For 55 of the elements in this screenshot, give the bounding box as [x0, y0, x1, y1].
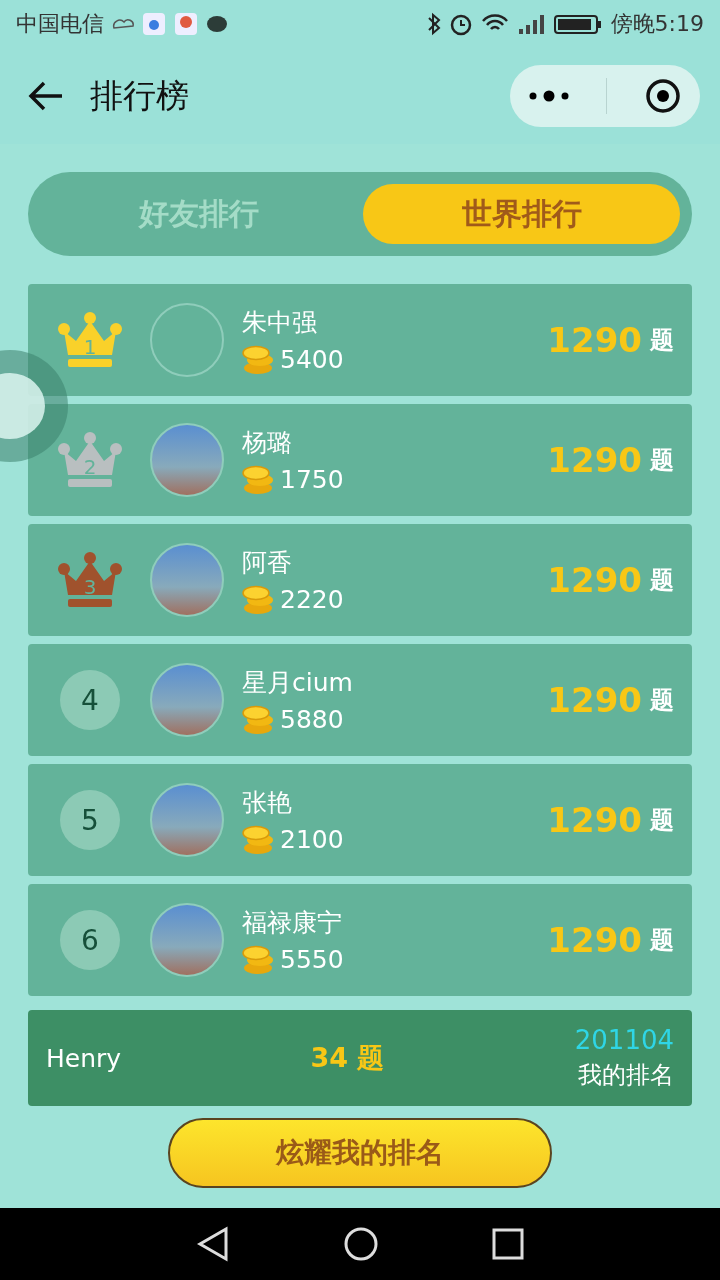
score-unit: 题 — [650, 925, 674, 956]
score-value: 1290 — [547, 920, 642, 960]
alarm-icon — [448, 12, 473, 36]
my-score: 34 题 — [310, 1041, 386, 1075]
user-name: 杨璐 — [242, 426, 293, 459]
rank-number: 2 — [82, 455, 98, 479]
bluetooth-icon — [426, 12, 441, 36]
rank-badge: 6 — [60, 910, 120, 970]
my-rank-label: 我的排名 — [578, 1060, 674, 1091]
rank-badge: 4 — [60, 670, 120, 730]
coins-icon — [242, 824, 274, 855]
user-name: 朱中强 — [242, 306, 318, 339]
rank-badge: 5 — [60, 790, 120, 850]
page-title: 排行榜 — [90, 74, 190, 117]
coin-count: 2100 — [280, 825, 344, 854]
user-name: 张艳 — [242, 786, 293, 819]
user-name: 星月cium — [242, 666, 354, 699]
coin-count: 1750 — [280, 465, 344, 494]
coin-count: 5880 — [280, 705, 344, 734]
coin-count: 5550 — [280, 945, 344, 974]
cellular-signal-icon — [516, 13, 545, 35]
coins-icon — [242, 584, 274, 615]
score-value: 1290 — [547, 800, 642, 840]
back-arrow-icon[interactable] — [28, 80, 64, 112]
score-value: 1290 — [547, 680, 642, 720]
score-unit: 题 — [650, 325, 674, 356]
score-unit: 题 — [650, 565, 674, 596]
carrier-label: 中国电信 — [16, 10, 104, 38]
ranking-tab[interactable]: 世界排行 — [363, 184, 680, 244]
coins-icon — [242, 344, 274, 375]
share-rank-button[interactable]: 炫耀我的排名 — [168, 1118, 552, 1188]
coin-count: 5400 — [280, 345, 344, 374]
clock-time: 傍晚5:19 — [610, 10, 704, 38]
coin-count: 2220 — [280, 585, 344, 614]
rank-number: 3 — [82, 575, 98, 599]
my-name: Henry — [46, 1043, 123, 1073]
coins-icon — [242, 944, 274, 975]
score-unit: 题 — [650, 445, 674, 476]
user-name: 福禄康宁 — [242, 906, 343, 939]
recents-icon[interactable] — [491, 1228, 524, 1260]
coins-icon — [242, 704, 274, 735]
score-unit: 题 — [650, 685, 674, 716]
user-name: 阿香 — [242, 546, 293, 579]
score-value: 1290 — [547, 440, 642, 480]
score-value: 1290 — [547, 560, 642, 600]
my-rank-number: 201104 — [574, 1025, 674, 1055]
close-target-icon[interactable] — [645, 78, 682, 114]
coins-icon — [242, 464, 274, 495]
more-icon[interactable] — [528, 90, 569, 102]
score-unit: 题 — [650, 805, 674, 836]
home-icon[interactable] — [343, 1226, 379, 1262]
rank-number: 1 — [82, 335, 98, 359]
score-value: 1290 — [547, 320, 642, 360]
battery-icon — [552, 13, 603, 35]
back-icon[interactable] — [196, 1226, 231, 1262]
